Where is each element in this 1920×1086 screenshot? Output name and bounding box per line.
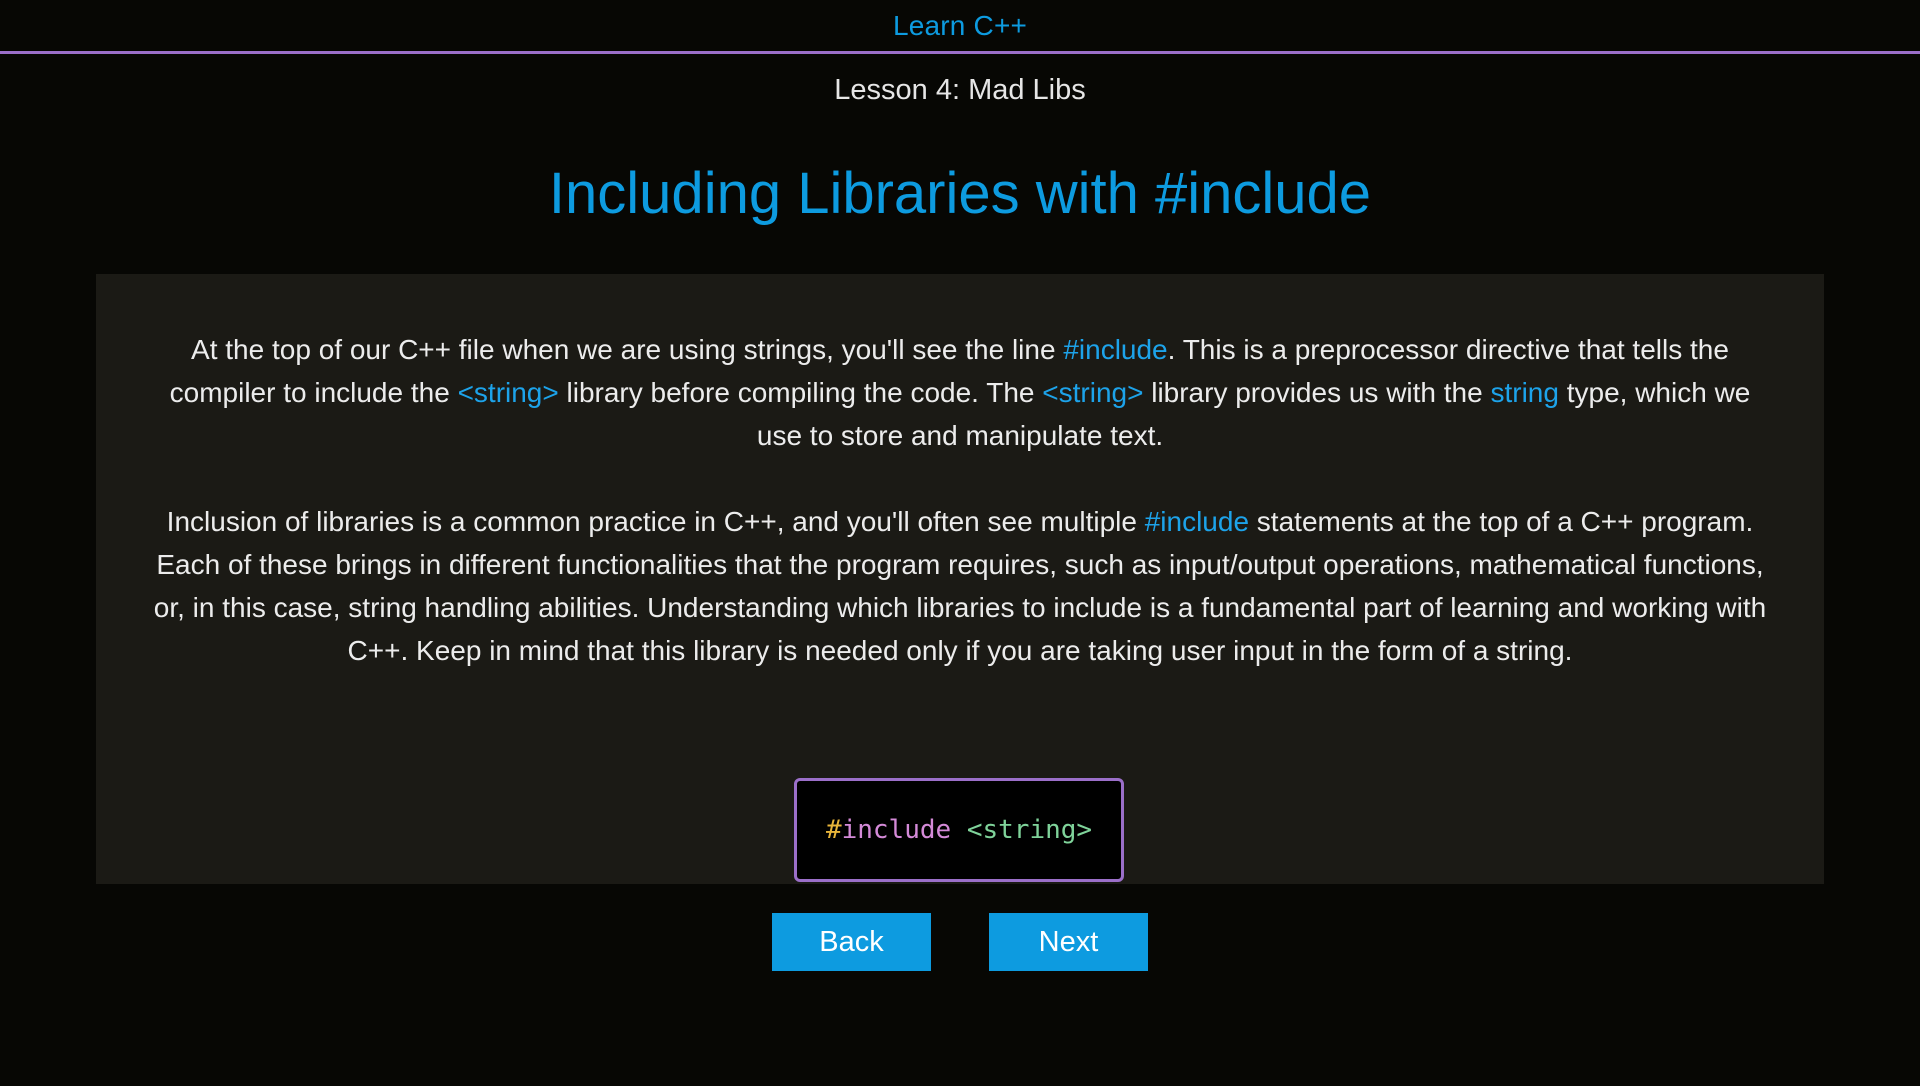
next-button[interactable]: Next	[989, 913, 1148, 971]
code-library: <string>	[966, 815, 1093, 845]
text-span: library provides us with the	[1143, 377, 1491, 408]
brand-link[interactable]: Learn C++	[893, 10, 1027, 42]
keyword-include: #include	[1144, 506, 1250, 537]
keyword-include: #include	[1063, 334, 1168, 365]
keyword-string-library: <string>	[457, 377, 559, 408]
paragraph-inclusion: Inclusion of libraries is a common pract…	[146, 500, 1774, 672]
text-span: Inclusion of libraries is a common pract…	[166, 506, 1145, 537]
content-panel: At the top of our C++ file when we are u…	[96, 274, 1824, 884]
page-title: Including Libraries with #include	[548, 161, 1372, 226]
top-navbar: Learn C++	[0, 0, 1920, 54]
code-block: # include <string>	[794, 778, 1124, 882]
code-hash: #	[825, 815, 842, 845]
code-directive: include	[841, 815, 952, 845]
keyword-string-type: string	[1490, 377, 1559, 408]
keyword-string-library: <string>	[1042, 377, 1144, 408]
text-span: library before compiling the code. The	[558, 377, 1043, 408]
back-button[interactable]: Back	[772, 913, 931, 971]
text-span: At the top of our C++ file when we are u…	[191, 334, 1064, 365]
lesson-navigation: Back Next	[0, 913, 1920, 971]
lesson-label: Lesson 4: Mad Libs	[834, 74, 1086, 106]
paragraph-intro: At the top of our C++ file when we are u…	[146, 328, 1774, 457]
